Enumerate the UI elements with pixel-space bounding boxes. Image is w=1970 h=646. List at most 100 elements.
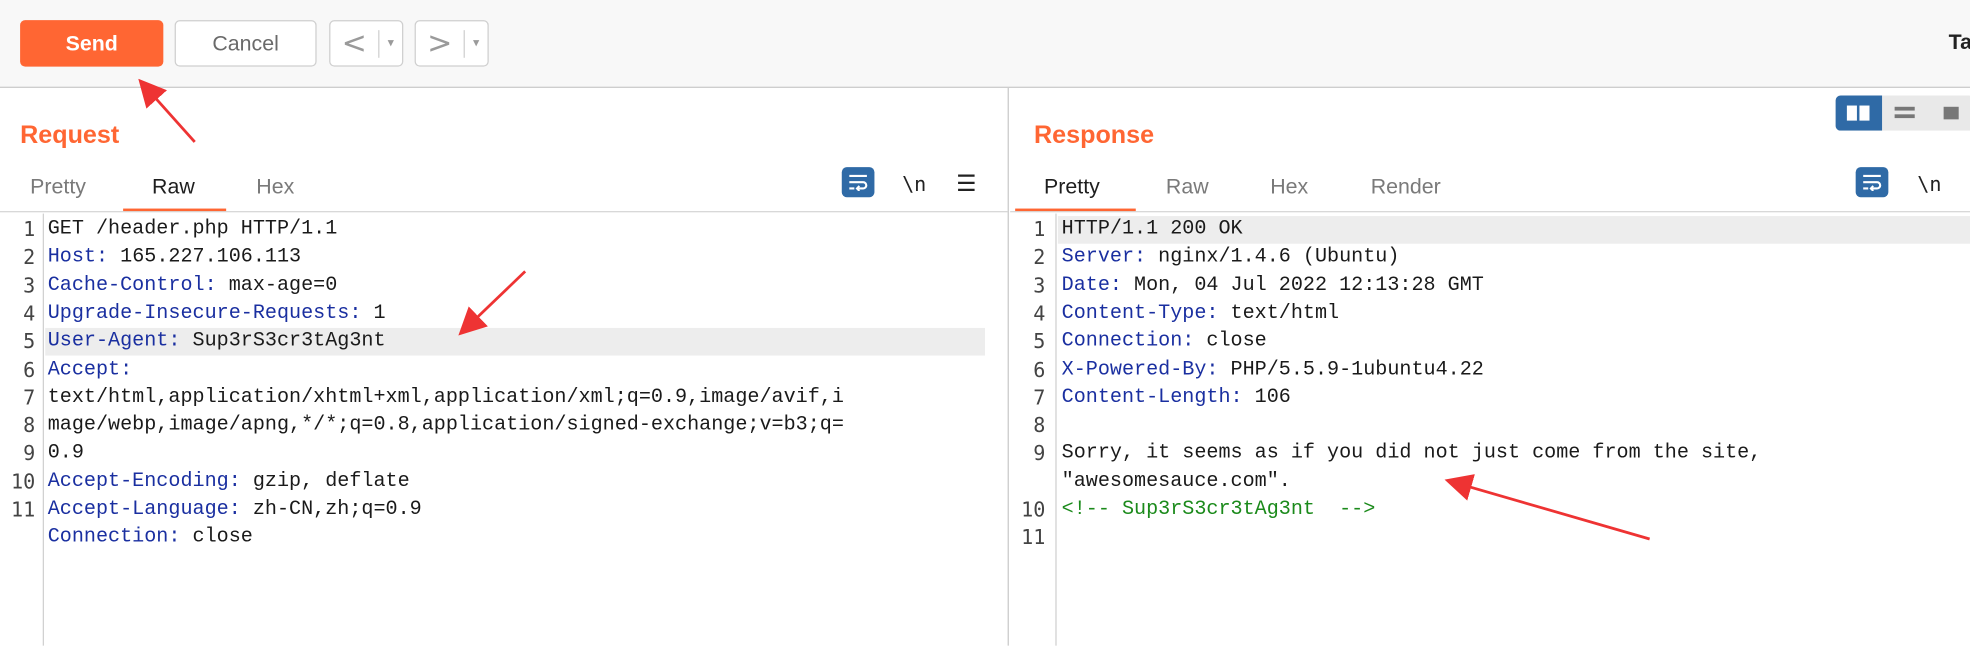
tab-pretty[interactable]: Pretty <box>1044 175 1100 200</box>
active-tab-indicator <box>1015 208 1136 212</box>
response-title: Response <box>1034 121 1155 150</box>
header-name: Connection <box>1061 329 1183 353</box>
menu-icon[interactable]: ☰ <box>956 171 976 197</box>
line-number: 8 <box>23 413 36 438</box>
forward-arrow-icon: > <box>427 25 453 61</box>
header-name: Cache-Control <box>47 273 205 296</box>
header-value: text/html <box>1218 301 1340 325</box>
header-name: Accept-Encoding <box>47 469 229 493</box>
line-number: 3 <box>23 273 36 298</box>
line-number: 5 <box>23 329 36 354</box>
cancel-button[interactable]: Cancel <box>174 20 317 67</box>
back-arrow-icon: < <box>341 25 367 61</box>
header-value: zh-CN,zh;q=0.9 <box>240 497 422 521</box>
code-text: Date: Mon, 04 Jul 2022 12:13:28 GMT <box>1061 273 1484 296</box>
wrap-lines-icon[interactable] <box>1855 167 1889 198</box>
line-text: GET /header.php HTTP/1.1 <box>47 217 338 240</box>
header-name: Content-Length <box>1061 385 1231 409</box>
code-text: Content-Length: 106 <box>1061 385 1291 409</box>
line-text: "awesomesauce.com". <box>1061 469 1291 493</box>
code-text: Upgrade-Insecure-Requests: 1 <box>47 301 386 325</box>
header-name: Upgrade-Insecure-Requests <box>47 301 350 325</box>
chevron-down-icon[interactable]: ▾ <box>465 36 488 50</box>
tab-render[interactable]: Render <box>1371 175 1441 200</box>
tab-raw[interactable]: Raw <box>152 175 195 200</box>
single-pane-icon[interactable] <box>1928 95 1970 130</box>
active-tab-indicator <box>123 208 227 212</box>
line-text: mage/webp,image/apng,*/*;q=0.8,applicati… <box>47 413 844 437</box>
tab-hex[interactable]: Hex <box>256 175 294 200</box>
code-text: Content-Type: text/html <box>1061 301 1340 325</box>
line-text: 0.9 <box>47 441 84 465</box>
header-value: nginx/1.4.6 (Ubuntu) <box>1146 245 1400 268</box>
header-value: 106 <box>1242 385 1291 409</box>
header-value: Mon, 04 Jul 2022 12:13:28 GMT <box>1121 273 1484 296</box>
code-text: Server: nginx/1.4.6 (Ubuntu) <box>1061 245 1400 268</box>
code-text: Connection: close <box>1061 329 1267 353</box>
tab-hex[interactable]: Hex <box>1270 175 1308 200</box>
code-text: Host: 165.227.106.113 <box>47 245 302 268</box>
line-text: text/html,application/xhtml+xml,applicat… <box>47 385 844 409</box>
chevron-down-icon[interactable]: ▾ <box>379 36 402 50</box>
line-number: 10 <box>10 469 36 494</box>
code-text: Sorry, it seems as if you did not just c… <box>1062 441 1762 464</box>
line-text: HTTP/1.1 200 OK <box>1061 217 1243 240</box>
header-value: Sup3rS3cr3tAg3nt <box>180 329 386 353</box>
code-text: Accept-Language: zh-CN,zh;q=0.9 <box>47 497 422 521</box>
request-tabs: Pretty Raw Hex \n ☰ <box>0 167 1008 213</box>
wrap-lines-icon[interactable] <box>841 167 875 198</box>
header-name: Content-Type <box>1061 301 1207 325</box>
line-number: 1 <box>23 217 36 242</box>
line-number: 7 <box>1033 385 1046 410</box>
header-name: User-Agent <box>47 329 169 353</box>
header-name: Host <box>47 245 96 268</box>
code-text: Accept-Encoding: gzip, deflate <box>47 469 410 493</box>
target-label[interactable]: Ta <box>1949 30 1970 55</box>
line-number: 6 <box>23 357 36 382</box>
newline-toggle[interactable]: \n <box>902 172 926 196</box>
newline-toggle[interactable]: \n <box>1917 172 1941 196</box>
header-name: Accept-Language <box>47 497 229 521</box>
header-name: Date <box>1061 273 1110 296</box>
request-title: Request <box>20 121 120 150</box>
code-text: <!-- Sup3rS3cr3tAg3nt --> <box>1062 498 1376 521</box>
code-text: GET /header.php HTTP/1.1 <box>48 217 338 240</box>
code-text: 0.9 <box>48 441 84 464</box>
code-text: User-Agent: Sup3rS3cr3tAg3nt <box>47 329 386 353</box>
code-text: "awesomesauce.com". <box>1062 469 1291 492</box>
repeater-window: Send Cancel < ▾ > ▾ Ta Request Pretty Ra… <box>0 0 1970 646</box>
response-pane: Response Pretty Raw Hex Render \n 1 HTTP/… <box>1010 87 1970 646</box>
tab-raw[interactable]: Raw <box>1166 175 1209 200</box>
tab-pretty[interactable]: Pretty <box>30 175 86 200</box>
history-back-button[interactable]: < ▾ <box>329 20 404 67</box>
split-columns-icon[interactable] <box>1835 95 1882 131</box>
line-number: 7 <box>23 385 36 410</box>
code-text: Cache-Control: max-age=0 <box>47 273 338 296</box>
send-button[interactable]: Send <box>20 20 164 67</box>
line-number: 2 <box>23 245 36 270</box>
header-value: max-age=0 <box>216 273 338 296</box>
line-number: 1 <box>1033 217 1046 242</box>
html-comment: <!-- Sup3rS3cr3tAg3nt --> <box>1061 497 1376 521</box>
request-pane: Request Pretty Raw Hex \n ☰ 1 GET /header… <box>0 87 1009 646</box>
request-editor[interactable]: 1 GET /header.php HTTP/1.1 2 Host: 165.227.… <box>0 213 1008 646</box>
code-text: Accept: <box>47 357 133 381</box>
response-editor[interactable]: 1 HTTP/1.1 200 OK 2 Server: nginx/1.4.6 (Ub… <box>1010 213 1970 646</box>
history-forward-button[interactable]: > ▾ <box>414 20 489 67</box>
split-rows-icon[interactable] <box>1882 95 1928 130</box>
code-text: HTTP/1.1 200 OK <box>1062 217 1243 240</box>
header-value: 165.227.106.113 <box>108 245 302 268</box>
line-number: 8 <box>1033 413 1046 438</box>
header-value: close <box>180 525 253 549</box>
line-number: 4 <box>23 301 36 326</box>
header-value: PHP/5.5.9-1ubuntu4.22 <box>1218 357 1484 381</box>
line-number: 4 <box>1033 301 1046 326</box>
toolbar: Send Cancel < ▾ > ▾ Ta <box>0 0 1970 88</box>
header-name: Connection <box>47 525 169 549</box>
line-text: Sorry, it seems as if you did not just c… <box>1061 441 1762 465</box>
header-name: X-Powered-By <box>1061 357 1207 381</box>
code-text: mage/webp,image/apng,*/*;q=0.8,applicati… <box>48 413 844 436</box>
